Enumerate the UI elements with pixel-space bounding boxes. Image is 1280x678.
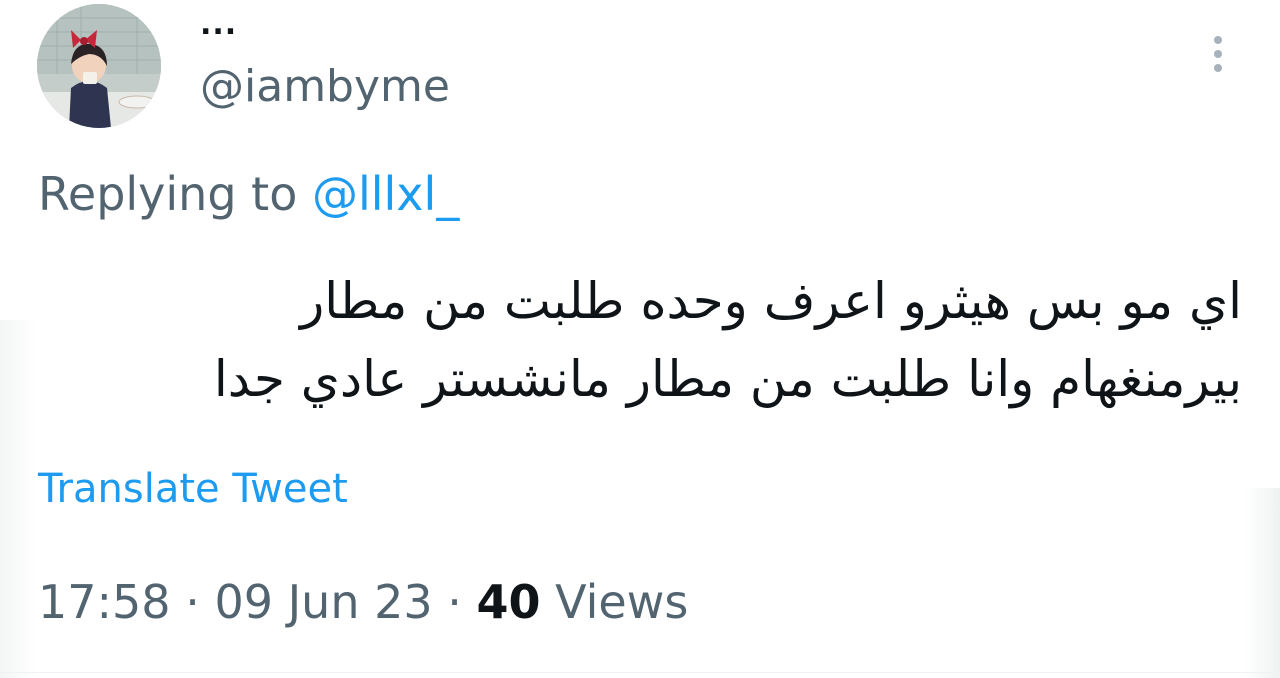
meta-separator: ·: [185, 575, 200, 629]
translate-tweet-link[interactable]: Translate Tweet: [38, 464, 348, 514]
avatar[interactable]: [37, 4, 161, 128]
left-edge-shade: [0, 320, 36, 678]
replying-to-label: Replying to: [38, 167, 298, 221]
tweet-time[interactable]: 17:58: [38, 575, 171, 629]
views-count[interactable]: 40: [477, 575, 541, 629]
tweet-text-line: اي مو بس هيثرو اعرف وحده طلبت من مطار: [300, 272, 1242, 330]
replying-to-line: Replying to @lllxl_: [38, 166, 459, 222]
tweet-date[interactable]: 09 Jun 23: [214, 575, 432, 629]
more-options-button[interactable]: [1203, 30, 1233, 78]
tweet-text: اي مو بس هيثرو اعرف وحده طلبت من مطار بي…: [120, 262, 1242, 418]
views-label[interactable]: Views: [555, 575, 688, 629]
tweet-text-line: بيرمنغهام وانا طلبت من مطار مانشستر عادي…: [213, 350, 1242, 408]
divider: [0, 672, 1280, 673]
right-edge-shade: [1244, 488, 1280, 678]
author-display-name[interactable]: ...: [200, 10, 237, 40]
replying-to-mention-link[interactable]: @lllxl_: [312, 167, 459, 221]
tweet-meta: 17:58 · 09 Jun 23 · 40 Views: [38, 574, 688, 630]
avatar-image: [37, 4, 161, 128]
author-handle[interactable]: @iambyme: [200, 62, 450, 112]
meta-separator: ·: [447, 575, 462, 629]
